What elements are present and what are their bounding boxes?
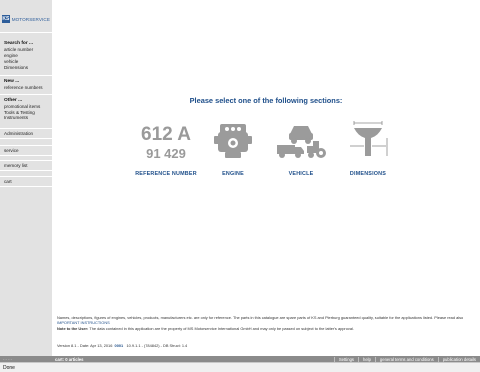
status-bar: Done [0, 362, 480, 372]
sidebar: KS MOTORSERVICE Search for ... article n… [0, 0, 52, 356]
version-info: Version 8.1 - Date: Apr 13, 2016 0001 10… [57, 343, 187, 348]
page-title: Please select one of the following secti… [189, 96, 343, 105]
part-number-icon: 612 A 91 429 [141, 124, 191, 161]
sidebar-item-vehicle[interactable]: vehicle [4, 59, 18, 65]
help-link[interactable]: help [358, 356, 375, 362]
new-heading: New ... [4, 79, 20, 84]
sidebar-item-instruments[interactable]: Instruments [4, 115, 28, 121]
version-number[interactable]: 0001 [115, 343, 124, 348]
section-label: REFERENCE NUMBER [135, 171, 197, 177]
footer-nav: Settings help general terms and conditio… [333, 356, 480, 362]
divider [0, 75, 52, 76]
note-text: The data contained in this application a… [89, 326, 354, 332]
bottom-bar-left: - - - - [3, 356, 13, 362]
engine-icon [214, 124, 252, 158]
version-suffix: 10.9.1.1 - (784842) - DB Struct: 1.4 [126, 343, 188, 348]
note-label: Note to the User: [57, 326, 89, 332]
disclaimer-text: Names, descriptions, figures of engines,… [57, 315, 464, 320]
divider [0, 32, 52, 33]
ks-motorservice-logo[interactable]: KS MOTORSERVICE [2, 13, 50, 25]
sidebar-item-promotional-items[interactable]: promotional items [4, 104, 40, 110]
section-label: VEHICLE [288, 171, 314, 177]
dimensions-icon [350, 121, 388, 156]
disclaimer: Names, descriptions, figures of engines,… [57, 315, 475, 332]
logo-badge: KS [2, 15, 10, 23]
important-instructions-link[interactable]: IMPORTANT INSTRUCTIONS [57, 320, 110, 325]
vehicle-icon [277, 126, 326, 158]
logo-name: MOTORSERVICE [11, 16, 50, 22]
sidebar-item-memory-list[interactable]: memory list [0, 160, 52, 171]
settings-link[interactable]: Settings [333, 356, 358, 362]
section-label: DIMENSIONS [349, 171, 387, 177]
section-label: ENGINE [222, 171, 244, 177]
search-heading: Search for ... [4, 41, 34, 46]
sidebar-item-reference-numbers[interactable]: reference numbers [4, 85, 43, 91]
terms-link[interactable]: general terms and conditions [374, 356, 438, 362]
part-number-top: 612 A [141, 124, 191, 145]
sidebar-item-article-number[interactable]: article number [4, 47, 33, 53]
status-text: Done [3, 364, 15, 371]
sidebar-item-dimensions[interactable]: Dimensions [4, 65, 28, 71]
sidebar-item-service[interactable]: service [0, 145, 52, 156]
divider [0, 94, 52, 95]
other-heading: Other ... [4, 98, 23, 103]
cart-status[interactable]: cart: 0 articles [52, 357, 334, 362]
publication-details-link[interactable]: publication details [437, 356, 480, 362]
sidebar-item-administration[interactable]: Administration [0, 128, 52, 139]
sidebar-item-cart[interactable]: cart [0, 176, 52, 187]
sidebar-item-engine[interactable]: engine [4, 53, 18, 59]
section-dimensions[interactable]: DIMENSIONS [328, 118, 408, 177]
version-prefix: Version 8.1 - Date: Apr 13, 2016 [57, 343, 113, 348]
part-number-bottom: 91 429 [146, 146, 186, 161]
